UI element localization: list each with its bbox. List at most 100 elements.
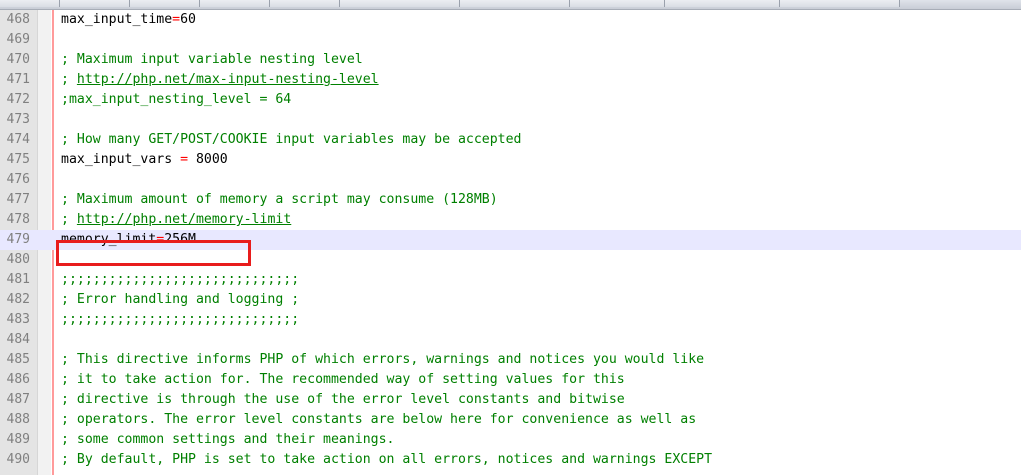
line-number: 475: [6, 152, 30, 167]
comment-token: ; How many GET/POST/COOKIE input variabl…: [61, 132, 522, 147]
comment-token: ; By default, PHP is set to take action …: [61, 452, 713, 467]
identifier-token: 8000: [188, 152, 228, 167]
line-number: 484: [6, 332, 30, 347]
file-tab[interactable]: [780, 0, 900, 7]
url-link[interactable]: http://php.net/max-input-nesting-level: [77, 72, 379, 87]
code-text: ; How many GET/POST/COOKIE input variabl…: [61, 130, 522, 150]
code-text: ; some common settings and their meaning…: [61, 430, 394, 450]
comment-token: ;: [61, 72, 77, 87]
code-line[interactable]: 472 ;max_input_nesting_level = 64: [0, 90, 1021, 110]
line-number: 473: [6, 112, 30, 127]
tab-bar: [0, 0, 1021, 10]
line-number: 471: [6, 72, 30, 87]
comment-token: ; This directive informs PHP of which er…: [61, 352, 705, 367]
code-text: ; directive is through the use of the er…: [61, 390, 625, 410]
file-tab[interactable]: [0, 0, 60, 7]
code-line[interactable]: 489 ; some common settings and their mean…: [0, 430, 1021, 450]
file-tab[interactable]: [130, 0, 200, 7]
code-text: memory_limit=256M: [61, 230, 196, 250]
code-text: ; This directive informs PHP of which er…: [61, 350, 704, 370]
line-number: 485: [6, 352, 30, 367]
code-line[interactable]: 471; http://php.net/max-input-nesting-le…: [0, 70, 1021, 90]
code-line[interactable]: 481;;;;;;;;;;;;;;;;;;;;;;;;;;;;;;: [0, 270, 1021, 290]
code-text: max_input_time=60: [61, 10, 196, 30]
file-tab[interactable]: [270, 0, 340, 7]
code-text: ; By default, PHP is set to take action …: [61, 450, 712, 470]
file-tab[interactable]: [460, 0, 570, 7]
comment-token: ;: [61, 212, 77, 227]
comment-token: ; operators. The error level constants a…: [61, 412, 697, 427]
line-number: 479: [6, 232, 30, 247]
operator-token: =: [180, 152, 189, 167]
code-text: ; http://php.net/memory-limit: [61, 210, 291, 230]
code-line[interactable]: 476: [0, 170, 1021, 190]
code-line[interactable]: 482 ; Error handling and logging ;: [0, 290, 1021, 310]
code-line[interactable]: 469: [0, 30, 1021, 50]
file-tab[interactable]: [570, 0, 665, 7]
code-text: ; http://php.net/max-input-nesting-level: [61, 70, 379, 90]
comment-token: ;;;;;;;;;;;;;;;;;;;;;;;;;;;;;;: [61, 272, 300, 287]
identifier-token: memory_limit: [61, 232, 157, 247]
code-text: ; Maximum input variable nesting level: [61, 50, 363, 70]
code-line[interactable]: 478; http://php.net/memory-limit: [0, 210, 1021, 230]
identifier-token: 60: [180, 12, 196, 27]
comment-token: ; some common settings and their meaning…: [61, 432, 395, 447]
line-number: 486: [6, 372, 30, 387]
code-line[interactable]: 475 max_input_vars = 8000: [0, 150, 1021, 170]
file-tab[interactable]: [340, 0, 460, 7]
line-number: 469: [6, 32, 30, 47]
code-lines[interactable]: 468 max_input_time=60 469 470; Maximum inpu…: [0, 10, 1021, 470]
line-number: 470: [6, 52, 30, 67]
code-line[interactable]: 474 ; How many GET/POST/COOKIE input vari…: [0, 130, 1021, 150]
code-editor[interactable]: 468 max_input_time=60 469 470; Maximum inpu…: [0, 10, 1021, 475]
code-line[interactable]: 487 ; directive is through the use of the…: [0, 390, 1021, 410]
code-line[interactable]: 488 ; operators. The error level constant…: [0, 410, 1021, 430]
code-text: ;max_input_nesting_level = 64: [61, 90, 291, 110]
comment-token: ; it to take action for. The recommended…: [61, 372, 625, 387]
code-line[interactable]: 490 ; By default, PHP is set to take acti…: [0, 450, 1021, 470]
line-number: 481: [6, 272, 30, 287]
code-text: ; it to take action for. The recommended…: [61, 370, 625, 390]
comment-token: ;max_input_nesting_level = 64: [61, 92, 292, 107]
operator-token: =: [172, 12, 181, 27]
line-number: 468: [6, 12, 30, 27]
url-link[interactable]: http://php.net/memory-limit: [77, 212, 291, 227]
code-text: ; Maximum amount of memory a script may …: [61, 190, 498, 210]
line-number: 487: [6, 392, 30, 407]
code-line[interactable]: 479 memory_limit=256M: [0, 230, 1021, 250]
code-line[interactable]: 486 ; it to take action for. The recommen…: [0, 370, 1021, 390]
comment-token: ;;;;;;;;;;;;;;;;;;;;;;;;;;;;;;: [61, 312, 300, 327]
identifier-token: 256M: [164, 232, 196, 247]
line-number: 472: [6, 92, 30, 107]
code-line[interactable]: 480: [0, 250, 1021, 270]
file-tab[interactable]: [200, 0, 270, 7]
identifier-token: max_input_vars: [61, 152, 181, 167]
line-number: 488: [6, 412, 30, 427]
comment-token: ; directive is through the use of the er…: [61, 392, 625, 407]
code-line[interactable]: 473: [0, 110, 1021, 130]
line-number: 474: [6, 132, 30, 147]
comment-token: ; Maximum input variable nesting level: [61, 52, 363, 67]
code-text: ;;;;;;;;;;;;;;;;;;;;;;;;;;;;;;: [61, 310, 299, 330]
line-number: 478: [6, 212, 30, 227]
line-number: 480: [6, 252, 30, 267]
code-line[interactable]: 484: [0, 330, 1021, 350]
file-tab[interactable]: [665, 0, 780, 7]
file-tab[interactable]: [60, 0, 130, 7]
code-line[interactable]: 477 ; Maximum amount of memory a script m…: [0, 190, 1021, 210]
code-line[interactable]: 470 ; Maximum input variable nesting leve…: [0, 50, 1021, 70]
code-text: ;;;;;;;;;;;;;;;;;;;;;;;;;;;;;;: [61, 270, 299, 290]
code-text: ; Error handling and logging ;: [61, 290, 299, 310]
code-text: ; operators. The error level constants a…: [61, 410, 696, 430]
code-line[interactable]: 485 ; This directive informs PHP of which…: [0, 350, 1021, 370]
comment-token: ; Maximum amount of memory a script may …: [61, 192, 498, 207]
code-line[interactable]: 483;;;;;;;;;;;;;;;;;;;;;;;;;;;;;;: [0, 310, 1021, 330]
line-number: 489: [6, 432, 30, 447]
line-number: 477: [6, 192, 30, 207]
line-number: 482: [6, 292, 30, 307]
identifier-token: max_input_time: [61, 12, 173, 27]
line-number: 483: [6, 312, 30, 327]
comment-token: ; Error handling and logging ;: [61, 292, 300, 307]
code-line[interactable]: 468 max_input_time=60: [0, 10, 1021, 30]
code-text: max_input_vars = 8000: [61, 150, 228, 170]
